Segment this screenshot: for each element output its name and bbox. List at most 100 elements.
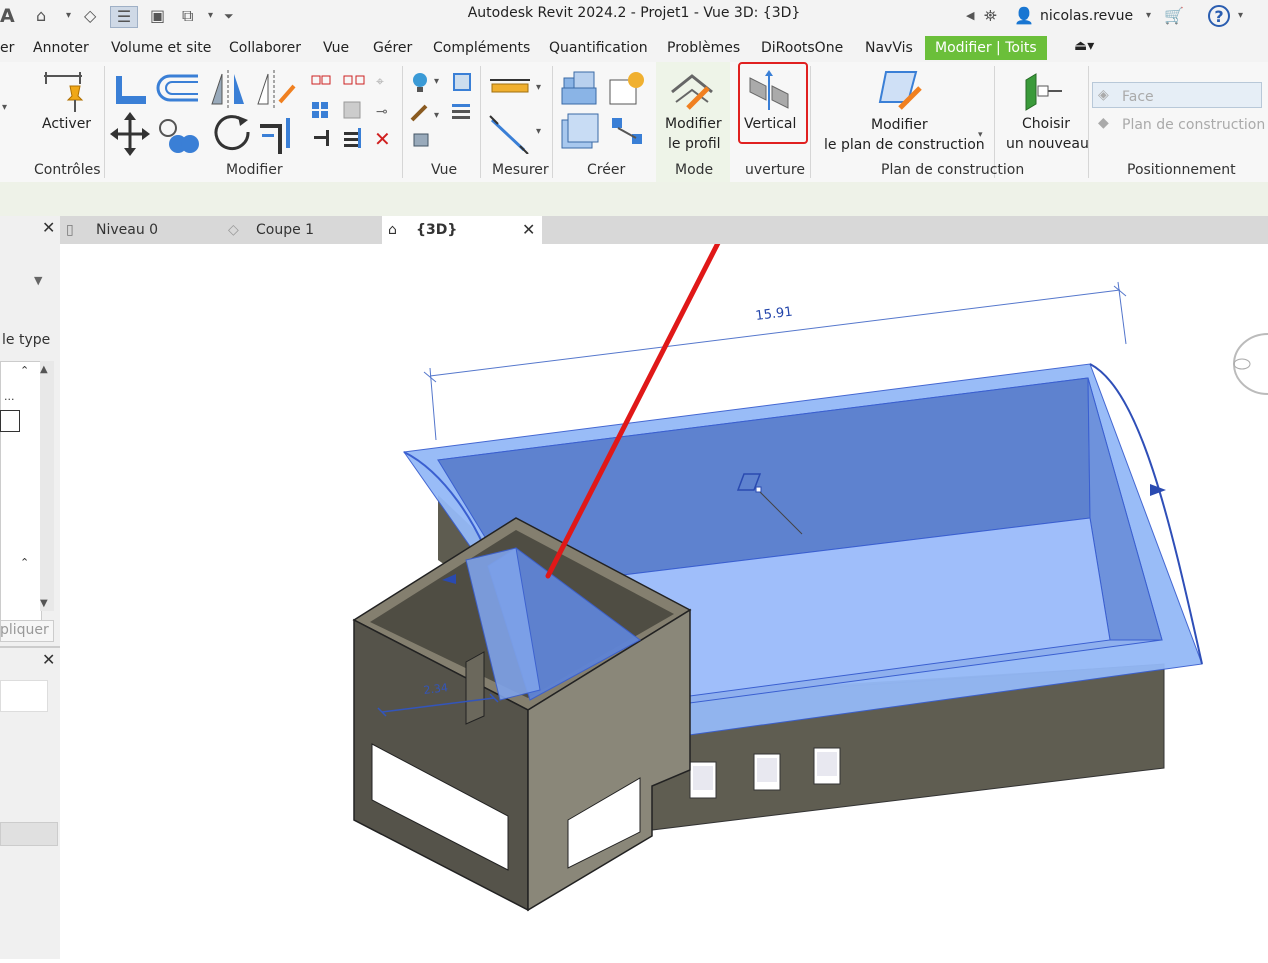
panel-controles: Contrôles <box>34 162 101 178</box>
vertical-label[interactable]: Vertical <box>744 114 796 134</box>
array-icon <box>312 102 328 118</box>
move-icon <box>110 112 150 156</box>
tab-navvis[interactable]: NavVis <box>865 40 913 56</box>
3d-viewport[interactable]: 15.91 2.34 <box>60 172 1268 959</box>
value-field[interactable] <box>0 410 20 432</box>
collapse-icon[interactable]: ⌃ <box>20 556 29 569</box>
panel-positionnement: Positionnement <box>1127 162 1236 178</box>
chevron-down-icon[interactable]: ▼ <box>34 274 42 287</box>
floor-plan-icon: ▯ <box>66 222 74 238</box>
unpin-icon: ⌖ <box>376 74 384 90</box>
tab-niveau-0[interactable]: Niveau 0 <box>96 216 158 244</box>
panel-modifier: Modifier <box>226 162 283 178</box>
tab-problemes[interactable]: Problèmes <box>667 40 740 56</box>
close-icon[interactable]: ✕ <box>522 216 535 244</box>
align-icon <box>116 76 146 104</box>
edit-profile-label-1[interactable]: Modifier <box>665 114 722 134</box>
face-label[interactable]: Face <box>1122 87 1154 107</box>
pick-new-label-1[interactable]: Choisir <box>1022 114 1070 134</box>
view-tab-bar: ▯ Niveau 0 ◇ Coupe 1 ⌂ {3D} ✕ <box>60 216 1268 244</box>
split-gap-icon <box>343 75 365 85</box>
user-icon[interactable]: 👤 <box>1014 6 1034 26</box>
edit-workplane-label-2[interactable]: le plan de construction <box>824 135 985 155</box>
panel-mesurer: Mesurer <box>492 162 549 178</box>
cube-icon <box>453 73 471 91</box>
dimension-main-value: 15.91 <box>755 305 794 324</box>
create-tools-icons <box>561 71 644 149</box>
trim-single-icon <box>314 130 329 146</box>
workplane-icon: ◆ <box>1098 115 1109 131</box>
pick-new-host-icon[interactable] <box>1022 70 1066 112</box>
cart-icon[interactable]: 🛒 <box>1164 6 1184 26</box>
apply-label[interactable]: pliquer <box>0 622 49 638</box>
tab-gerer[interactable]: Gérer <box>373 40 412 56</box>
vertical-opening-icon[interactable] <box>746 70 792 112</box>
chevron-down-icon[interactable]: ▾ <box>2 102 7 113</box>
home-icon: ⌂ <box>388 222 397 238</box>
ribbon: ▾ Activer Contrôles ⌖ ⊸ ✕ Modifier ▾ ▾ V… <box>0 62 1268 183</box>
face-icon: ◈ <box>1098 87 1109 103</box>
activer-label[interactable]: Activer <box>42 114 91 134</box>
chevron-left-icon[interactable]: ◀ <box>966 6 974 26</box>
collapse-icon[interactable]: ⌃ <box>20 364 29 377</box>
close-icon[interactable]: ✕ <box>42 650 55 669</box>
help-icon[interactable]: ? <box>1208 5 1230 27</box>
svg-text:▾: ▾ <box>434 110 439 121</box>
tab-3d[interactable]: ⌂ {3D} ✕ <box>382 216 542 244</box>
scrollbar[interactable] <box>40 361 54 611</box>
user-name[interactable]: nicolas.revue <box>1040 6 1133 26</box>
browser-row <box>0 822 58 846</box>
workplane-placement-label[interactable]: Plan de construction <box>1122 115 1265 135</box>
tab-vue[interactable]: Vue <box>323 40 349 56</box>
trim-icon <box>260 118 290 154</box>
pick-new-label-2[interactable]: un nouveau <box>1006 134 1089 154</box>
binoculars-icon[interactable]: ⛯ <box>984 6 997 26</box>
tab-dirootsone[interactable]: DiRootsOne <box>761 40 843 56</box>
edit-workplane-icon[interactable] <box>878 68 924 112</box>
tab-coupe-1[interactable]: Coupe 1 <box>256 216 314 244</box>
tab-volume-site[interactable]: Volume et site <box>111 40 211 56</box>
chevron-down-icon[interactable]: ▾ <box>978 130 983 140</box>
chevron-down-icon[interactable]: ▾ <box>1238 6 1243 26</box>
pin-icon: ⊸ <box>376 104 388 120</box>
paint-icon: ▾ <box>410 104 439 122</box>
edit-workplane-label-1[interactable]: Modifier <box>871 115 928 135</box>
mirror-draw-icon <box>257 70 296 108</box>
tab-modifier-toits[interactable]: Modifier | Toits <box>925 36 1047 60</box>
tab-complements[interactable]: Compléments <box>433 40 530 56</box>
measure-distance-icon: ▾ <box>490 79 541 93</box>
dots-value: ... <box>4 390 15 403</box>
create-assembly-icon <box>612 118 642 144</box>
pin-activate-icon[interactable] <box>42 70 86 116</box>
scroll-up-icon[interactable]: ▲ <box>40 364 48 375</box>
mirror-icon <box>211 70 244 108</box>
svg-text:⌖: ⌖ <box>376 74 384 90</box>
svg-text:▾: ▾ <box>434 76 439 87</box>
copy-icon <box>159 119 199 153</box>
edit-profile-icon[interactable] <box>668 68 718 112</box>
panel-creer: Créer <box>587 162 626 178</box>
edit-type-label[interactable]: le type <box>2 332 50 348</box>
options-bar <box>0 182 1268 217</box>
tab-quantification[interactable]: Quantification <box>549 40 648 56</box>
panel-mode: Mode <box>675 162 714 178</box>
modify-small-icons: ⌖ ⊸ ✕ <box>311 74 391 151</box>
minimize-ribbon-icon[interactable]: ⏏▾ <box>1074 38 1094 54</box>
scale-icon <box>343 101 361 119</box>
hide-bulb-icon: ▾ <box>413 73 439 92</box>
scroll-down-icon[interactable]: ▼ <box>40 598 48 609</box>
measure-tools-icons: ▾ ▾ <box>489 79 541 154</box>
browser-search[interactable] <box>0 680 48 712</box>
tab-partial[interactable]: er <box>0 40 14 56</box>
offset-icon <box>156 74 198 102</box>
tab-collaborer[interactable]: Collaborer <box>229 40 301 56</box>
title-bar: A ⌂ ▾ ◇ ☰ ▣ ⧉ ▾ ⏷ Autodesk Revit 2024.2 … <box>0 0 1268 34</box>
svg-text:▾: ▾ <box>536 82 541 93</box>
panel-vue: Vue <box>431 162 458 178</box>
tab-annoter[interactable]: Annoter <box>33 40 89 56</box>
edit-profile-label-2[interactable]: le profil <box>668 134 721 154</box>
face-button[interactable] <box>1092 82 1262 108</box>
close-icon[interactable]: ✕ <box>42 218 55 237</box>
split-icon <box>311 75 331 85</box>
chevron-down-icon[interactable]: ▾ <box>1146 6 1151 26</box>
